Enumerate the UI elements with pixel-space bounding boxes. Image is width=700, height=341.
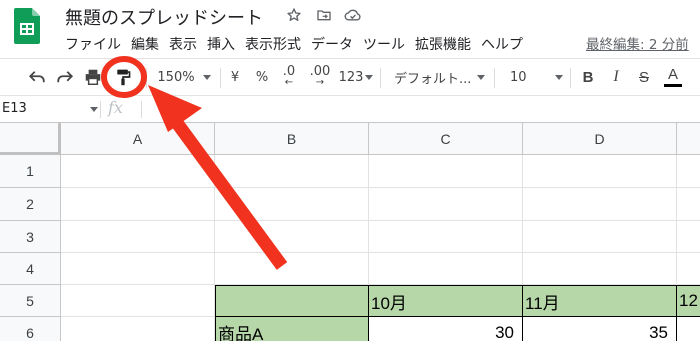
chevron-down-icon xyxy=(477,74,486,80)
menu-view[interactable]: 表示 xyxy=(164,35,202,55)
cell-d2[interactable] xyxy=(523,188,677,221)
arrow-right-icon: → xyxy=(315,77,325,88)
row-header-1[interactable]: 1 xyxy=(0,155,61,188)
font-family-value: デフォルト... xyxy=(394,71,472,87)
toolbar: 150% ¥ % .0 ← .00 → 123 デフォルト... 10 B I … xyxy=(0,58,700,96)
redo-icon[interactable] xyxy=(52,59,78,95)
menu-data[interactable]: データ xyxy=(306,35,358,55)
menu-edit[interactable]: 編集 xyxy=(126,35,164,55)
decrease-decimal-button[interactable]: .0 ← xyxy=(278,59,300,95)
menu-bar: ファイル 編集 表示 挿入 表示形式 データ ツール 拡張機能 ヘルプ xyxy=(60,35,528,55)
cell-d5[interactable]: 11月 xyxy=(523,285,677,317)
sheets-logo-icon[interactable] xyxy=(14,8,40,44)
column-header-d[interactable]: D xyxy=(523,123,677,155)
text-color-button[interactable]: A xyxy=(662,59,684,95)
cloud-status-icon[interactable] xyxy=(344,6,362,24)
row-header-2[interactable]: 2 xyxy=(0,188,61,221)
cell-d6[interactable]: 35 xyxy=(523,317,677,341)
chevron-down-icon xyxy=(554,74,563,80)
cell-c1[interactable] xyxy=(369,155,523,188)
menu-insert[interactable]: 挿入 xyxy=(202,35,240,55)
cell-b4[interactable] xyxy=(215,253,369,285)
percent-format-button[interactable]: % xyxy=(252,59,272,95)
formula-input[interactable] xyxy=(150,96,690,122)
font-family-select[interactable]: デフォルト... xyxy=(386,59,490,95)
spreadsheet-grid: A B C D 1 2 3 4 5 6 10月 11月 12 商品A 30 35 xyxy=(0,123,700,341)
cell-e5[interactable]: 12 xyxy=(677,285,700,317)
column-header-e[interactable] xyxy=(677,123,700,155)
cell-c2[interactable] xyxy=(369,188,523,221)
name-box[interactable]: E13 xyxy=(0,96,98,122)
zoom-select[interactable]: 150% xyxy=(154,59,214,95)
star-icon[interactable] xyxy=(285,6,303,24)
cell-e2[interactable] xyxy=(677,188,700,221)
paint-format-icon xyxy=(117,69,131,86)
number-format-label: 123 xyxy=(338,69,364,85)
cell-b1[interactable] xyxy=(215,155,369,188)
menu-extensions[interactable]: 拡張機能 xyxy=(410,35,476,55)
currency-format-button[interactable]: ¥ xyxy=(226,59,244,95)
cell-c5[interactable]: 10月 xyxy=(369,285,523,317)
row-header-4[interactable]: 4 xyxy=(0,253,61,285)
cell-e4[interactable] xyxy=(677,253,700,285)
increase-decimal-button[interactable]: .00 → xyxy=(306,59,334,95)
cell-a2[interactable] xyxy=(61,188,215,221)
last-edit-link[interactable]: 最終編集: 2 分前 xyxy=(586,35,689,55)
cell-c4[interactable] xyxy=(369,253,523,285)
menu-help[interactable]: ヘルプ xyxy=(476,35,528,55)
cell-b5[interactable] xyxy=(215,285,369,317)
strikethrough-button[interactable]: S xyxy=(634,59,654,95)
chevron-down-icon[interactable] xyxy=(90,107,98,112)
column-header-a[interactable]: A xyxy=(61,123,215,155)
row-header-5[interactable]: 5 xyxy=(0,285,61,317)
bold-button[interactable]: B xyxy=(578,59,598,95)
cell-d4[interactable] xyxy=(523,253,677,285)
cell-e6[interactable] xyxy=(677,317,700,341)
row-header-3[interactable]: 3 xyxy=(0,221,61,253)
menu-tools[interactable]: ツール xyxy=(358,35,410,55)
increase-decimal-label: .00 xyxy=(309,64,331,79)
font-size-select[interactable]: 10 xyxy=(500,59,564,95)
text-color-label: A xyxy=(667,66,678,83)
cell-a4[interactable] xyxy=(61,253,215,285)
row-header-6[interactable]: 6 xyxy=(0,317,61,341)
zoom-value: 150% xyxy=(157,69,195,85)
number-format-select[interactable]: 123 xyxy=(338,59,374,95)
select-all-corner[interactable] xyxy=(0,123,61,155)
column-header-c[interactable]: C xyxy=(369,123,523,155)
arrow-left-icon: ← xyxy=(284,77,294,88)
cell-d1[interactable] xyxy=(523,155,677,188)
cell-a3[interactable] xyxy=(61,221,215,253)
cell-c3[interactable] xyxy=(369,221,523,253)
chevron-down-icon xyxy=(202,74,211,80)
font-size-value: 10 xyxy=(510,69,527,85)
fx-icon: fx xyxy=(108,98,123,117)
cell-b3[interactable] xyxy=(215,221,369,253)
chevron-down-icon xyxy=(365,74,374,80)
cell-a6[interactable] xyxy=(61,317,215,341)
print-icon[interactable] xyxy=(82,59,104,95)
document-title[interactable]: 無題のスプレッドシート xyxy=(65,4,263,30)
cell-a1[interactable] xyxy=(61,155,215,188)
menu-format[interactable]: 表示形式 xyxy=(240,35,306,55)
move-folder-icon[interactable] xyxy=(315,6,333,24)
cell-b6[interactable]: 商品A xyxy=(215,317,369,341)
column-header-b[interactable]: B xyxy=(215,123,369,155)
cell-b2[interactable] xyxy=(215,188,369,221)
decrease-decimal-label: .0 xyxy=(282,64,296,79)
undo-icon[interactable] xyxy=(24,59,50,95)
text-color-swatch xyxy=(664,84,682,87)
cell-e3[interactable] xyxy=(677,221,700,253)
cell-d3[interactable] xyxy=(523,221,677,253)
cell-e1[interactable] xyxy=(677,155,700,188)
paint-format-button[interactable] xyxy=(110,59,136,95)
formula-bar: E13 fx xyxy=(0,96,700,123)
cell-c6[interactable]: 30 xyxy=(369,317,523,341)
italic-button[interactable]: I xyxy=(606,59,626,95)
cell-a5[interactable] xyxy=(61,285,215,317)
menu-file[interactable]: ファイル xyxy=(60,35,126,55)
